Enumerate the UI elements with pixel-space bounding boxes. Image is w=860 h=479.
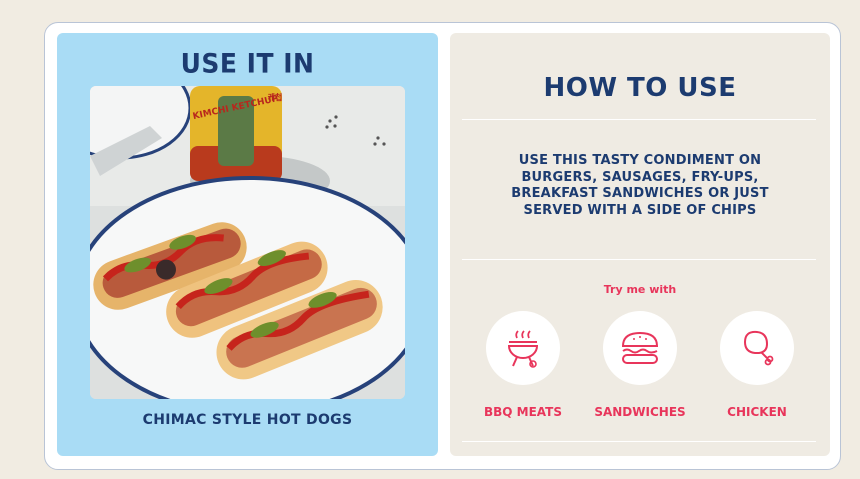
pairing-chicken[interactable]: CHICKEN xyxy=(702,311,812,419)
how-to-use-panel: HOW TO USE USE THIS TASTY CONDIMENT ON B… xyxy=(450,33,830,456)
usage-description: USE THIS TASTY CONDIMENT ON BURGERS, SAU… xyxy=(511,153,769,218)
try-me-with-label: Try me with xyxy=(603,283,677,296)
chicken-icon-circle xyxy=(720,311,794,385)
divider-top xyxy=(462,119,816,120)
sandwich-icon-circle xyxy=(603,311,677,385)
pairing-label-sandwiches: SANDWICHES xyxy=(594,405,686,419)
bottle-korean-label: 케첩 xyxy=(268,92,283,102)
how-to-use-title: HOW TO USE xyxy=(543,73,737,103)
bbq-icon-circle xyxy=(486,311,560,385)
use-it-in-title: USE IT IN xyxy=(180,48,315,79)
hot-dog-photo[interactable]: KIMCHI KETCHUP 케첩 xyxy=(90,86,405,399)
bbq-grill-icon xyxy=(507,330,539,368)
pairing-bbq-meats[interactable]: BBQ MEATS xyxy=(468,311,578,419)
divider-middle xyxy=(462,259,816,260)
pairing-label-chicken: CHICKEN xyxy=(727,405,787,419)
pairing-sandwiches[interactable]: SANDWICHES xyxy=(585,311,695,419)
sandwich-icon xyxy=(621,331,659,364)
chicken-leg-icon xyxy=(743,330,774,366)
divider-bottom xyxy=(462,441,816,442)
pairing-label-bbq: BBQ MEATS xyxy=(484,405,562,419)
recipe-caption[interactable]: CHIMAC STYLE HOT DOGS xyxy=(57,412,438,428)
